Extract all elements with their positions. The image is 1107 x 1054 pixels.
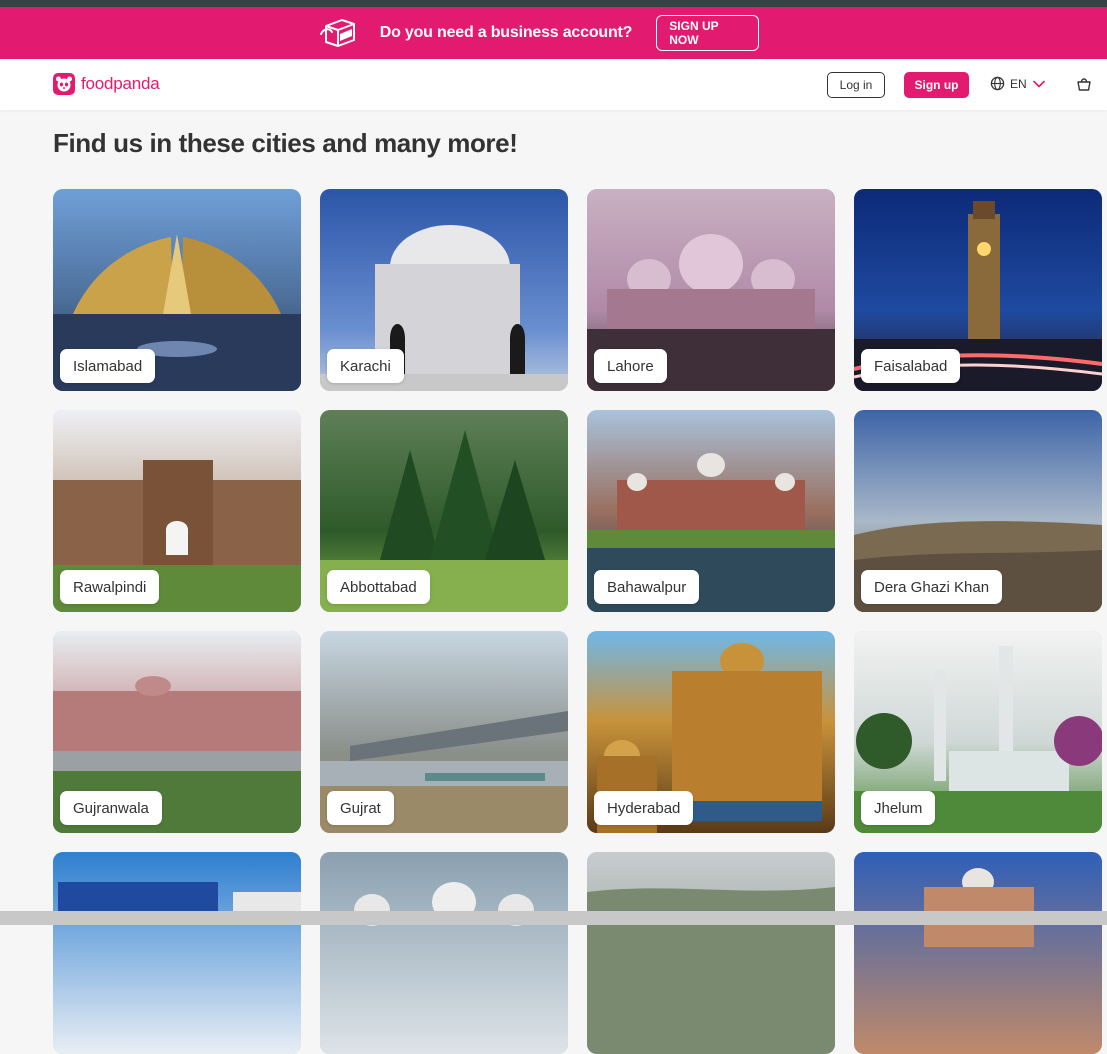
city-card-row4-1[interactable] bbox=[53, 852, 301, 1054]
city-name: Dera Ghazi Khan bbox=[861, 570, 1003, 604]
city-photo bbox=[53, 852, 301, 1054]
city-name: Gujrat bbox=[327, 791, 394, 825]
brand-name: foodpanda bbox=[81, 74, 160, 93]
city-card-gujrat[interactable]: Gujrat bbox=[320, 631, 568, 833]
promo-signup-button[interactable]: SIGN UP NOW bbox=[656, 15, 760, 51]
business-promo-banner: Do you need a business account? SIGN UP … bbox=[0, 7, 1107, 59]
city-name: Karachi bbox=[327, 349, 404, 383]
city-card-hyderabad[interactable]: Hyderabad bbox=[587, 631, 835, 833]
city-card-gujranwala[interactable]: Gujranwala bbox=[53, 631, 301, 833]
chevron-down-icon bbox=[1032, 80, 1045, 87]
language-code: EN bbox=[1010, 76, 1027, 91]
city-card-row4-3[interactable] bbox=[587, 852, 835, 1054]
city-card-faisalabad[interactable]: Faisalabad bbox=[854, 189, 1102, 391]
city-photo bbox=[320, 852, 568, 1054]
signup-button[interactable]: Sign up bbox=[904, 72, 969, 98]
city-card-dera-ghazi-khan[interactable]: Dera Ghazi Khan bbox=[854, 410, 1102, 612]
cart-icon[interactable] bbox=[1076, 76, 1092, 92]
page-title: Find us in these cities and many more! bbox=[53, 128, 518, 158]
city-name: Islamabad bbox=[60, 349, 156, 383]
panda-logo-icon bbox=[53, 73, 75, 95]
promo-message: Do you need a business account? bbox=[379, 24, 633, 41]
business-bag-icon bbox=[319, 19, 355, 47]
city-name: Rawalpindi bbox=[60, 570, 160, 604]
city-card-jhelum[interactable]: Jhelum bbox=[854, 631, 1102, 833]
language-selector[interactable]: EN bbox=[990, 76, 1045, 91]
city-card-bahawalpur[interactable]: Bahawalpur bbox=[587, 410, 835, 612]
browser-top-strip bbox=[0, 0, 1107, 7]
city-name: Bahawalpur bbox=[594, 570, 700, 604]
login-button[interactable]: Log in bbox=[827, 72, 885, 98]
city-name: Jhelum bbox=[861, 791, 936, 825]
city-card-lahore[interactable]: Lahore bbox=[587, 189, 835, 391]
foodpanda-logo[interactable]: foodpanda bbox=[53, 73, 160, 95]
city-card-rawalpindi[interactable]: Rawalpindi bbox=[53, 410, 301, 612]
city-name: Hyderabad bbox=[594, 791, 694, 825]
city-card-row4-4[interactable] bbox=[854, 852, 1102, 1054]
globe-icon bbox=[990, 76, 1005, 91]
city-name: Faisalabad bbox=[861, 349, 961, 383]
city-card-islamabad[interactable]: Islamabad bbox=[53, 189, 301, 391]
site-header: foodpanda Log in Sign up EN bbox=[0, 59, 1107, 110]
city-card-abbottabad[interactable]: Abbottabad bbox=[320, 410, 568, 612]
city-name: Lahore bbox=[594, 349, 667, 383]
city-card-row4-2[interactable] bbox=[320, 852, 568, 1054]
city-photo bbox=[587, 852, 835, 1054]
city-card-karachi[interactable]: Karachi bbox=[320, 189, 568, 391]
city-name: Abbottabad bbox=[327, 570, 430, 604]
city-name: Gujranwala bbox=[60, 791, 162, 825]
city-photo bbox=[854, 852, 1102, 1054]
horizontal-scrollbar[interactable] bbox=[0, 911, 1107, 925]
